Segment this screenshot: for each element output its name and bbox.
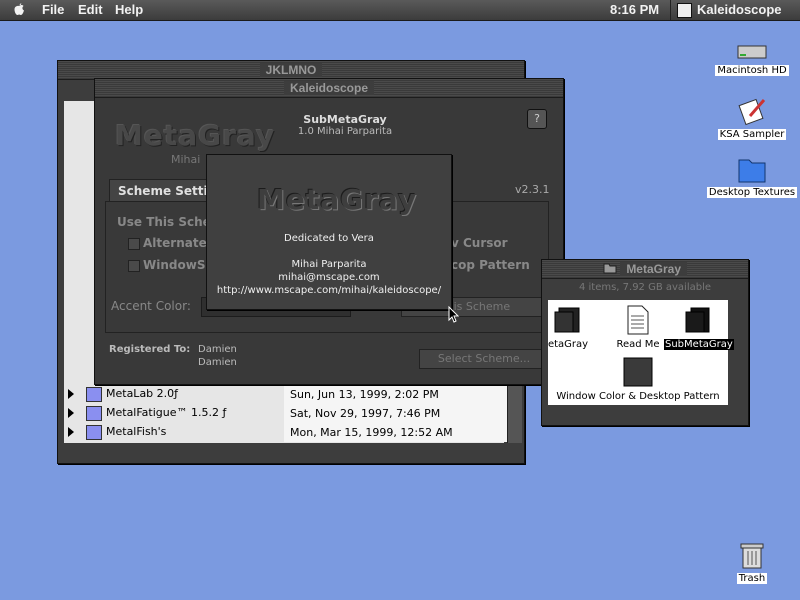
finder-window-title: JKLMNO xyxy=(259,63,323,77)
scheme-name: SubMetaGray xyxy=(303,113,387,126)
folder-icon xyxy=(738,159,766,183)
desktop-icon-macintosh-hd[interactable]: Macintosh HD xyxy=(712,42,792,76)
app-version: v2.3.1 xyxy=(515,183,550,196)
list-item[interactable]: MetalFatigue™ 1.5.2 ƒ Sat, Nov 29, 1997,… xyxy=(64,404,516,423)
select-scheme-button[interactable]: Select Scheme... xyxy=(419,349,549,369)
desktop-icon-desktop-textures[interactable]: Desktop Textures xyxy=(704,154,800,198)
file-date: Sat, Nov 29, 1997, 7:46 PM xyxy=(284,404,516,423)
metagray-window-title: MetaGray xyxy=(620,262,688,276)
scheme-version: 1.0 Mihai Parparita xyxy=(297,126,393,137)
folder-icon xyxy=(86,406,102,421)
scheme-file-icon xyxy=(554,307,580,333)
about-logo: MetaGray xyxy=(257,183,418,216)
pattern-file-icon xyxy=(623,357,653,387)
registered-name: Damien xyxy=(198,344,237,355)
disclosure-triangle-icon[interactable] xyxy=(68,408,74,418)
file-icon-read-me[interactable]: Read Me xyxy=(610,304,666,350)
about-dialog[interactable]: MetaGray Dedicated to Vera Mihai Parpari… xyxy=(206,154,452,310)
file-label: SubMetaGray xyxy=(664,339,734,350)
file-label: Read Me xyxy=(616,339,660,350)
mouse-cursor-icon xyxy=(448,306,460,323)
registered-to-label: Registered To: xyxy=(109,344,191,355)
file-label: Window Color & Desktop Pattern xyxy=(556,391,720,402)
apple-menu-icon[interactable] xyxy=(14,3,25,16)
file-name: MetalFatigue™ 1.5.2 ƒ xyxy=(106,406,227,419)
desktop-icon-label: Macintosh HD xyxy=(715,65,789,76)
alternate-checkbox[interactable] xyxy=(128,238,140,250)
scheme-logo: MetaGray xyxy=(115,119,276,152)
desktop-icon-label: KSA Sampler xyxy=(717,129,787,140)
desktop-pattern-label: cop Pattern xyxy=(451,258,530,272)
list-item[interactable]: MetaLab 2.0ƒ Sun, Jun 13, 1999, 2:02 PM xyxy=(64,385,516,404)
alternate-label: Alternate xyxy=(143,236,207,250)
about-dedication: Dedicated to Vera xyxy=(284,233,374,244)
application-menu[interactable]: Kaleidoscope xyxy=(670,0,800,20)
document-icon xyxy=(627,305,649,335)
list-item[interactable]: MetalFish's Mon, Mar 15, 1999, 12:52 AM xyxy=(64,423,516,442)
scheme-file-icon xyxy=(685,307,710,333)
file-icon-metagray[interactable]: etaGray xyxy=(534,304,602,350)
active-app-name: Kaleidoscope xyxy=(697,2,782,17)
folder-icon xyxy=(86,387,102,402)
disclosure-triangle-icon[interactable] xyxy=(68,389,74,399)
file-label: etaGray xyxy=(547,339,589,350)
menu-file[interactable]: File xyxy=(42,2,64,17)
scheme-logo-subtitle: Mihai xyxy=(171,153,201,166)
file-icon-submetagray[interactable]: SubMetaGray xyxy=(664,304,734,350)
windowshade-checkbox[interactable] xyxy=(128,260,140,272)
document-pen-icon xyxy=(738,98,766,126)
file-name: MetaLab 2.0ƒ xyxy=(106,387,179,400)
menu-clock[interactable]: 8:16 PM xyxy=(610,2,659,17)
about-author: Mihai Parparita xyxy=(291,259,367,270)
accent-color-label: Accent Color: xyxy=(111,299,191,313)
folder-status: 4 items, 7.92 GB available xyxy=(578,282,712,293)
desktop-icon-trash[interactable]: Trash xyxy=(722,540,782,584)
file-date: Mon, Mar 15, 1999, 12:52 AM xyxy=(284,423,516,442)
file-name: MetalFish's xyxy=(106,425,167,438)
trash-icon xyxy=(740,543,764,569)
menu-edit[interactable]: Edit xyxy=(78,2,103,17)
windowshade-label: WindowSh xyxy=(143,258,214,272)
registered-organization: Damien xyxy=(198,357,237,368)
finder-window-metagray[interactable]: MetaGray 4 items, 7.92 GB available etaG… xyxy=(541,259,749,426)
folder-icon-view: etaGray Read Me SubMetaGray Window Color… xyxy=(548,300,734,405)
menu-bar: File Edit Help 8:16 PM Kaleidoscope xyxy=(0,0,800,21)
hard-drive-icon xyxy=(737,45,767,59)
kaleidoscope-titlebar[interactable]: Kaleidoscope xyxy=(95,79,563,98)
desktop-icon-label: Trash xyxy=(736,573,768,584)
about-url: http://www.mscape.com/mihai/kaleidoscope… xyxy=(216,285,442,296)
menu-help[interactable]: Help xyxy=(115,2,143,17)
file-icon-window-color-desktop-pattern[interactable]: Window Color & Desktop Pattern xyxy=(548,356,728,402)
folder-title-icon xyxy=(603,262,620,276)
disclosure-triangle-icon[interactable] xyxy=(68,427,74,437)
kaleidoscope-app-icon xyxy=(677,3,692,18)
file-date: Sun, Jun 13, 1999, 2:02 PM xyxy=(284,385,516,404)
kaleidoscope-title: Kaleidoscope xyxy=(283,81,375,95)
desktop-icon-ksa-sampler[interactable]: KSA Sampler xyxy=(712,96,792,140)
folder-icon xyxy=(86,425,102,440)
help-button[interactable]: ? xyxy=(527,109,547,129)
desktop-icon-label: Desktop Textures xyxy=(706,187,798,198)
about-email: mihai@mscape.com xyxy=(278,272,380,283)
metagray-window-titlebar[interactable]: MetaGray xyxy=(542,260,748,279)
cursor-label: v Cursor xyxy=(451,236,508,250)
